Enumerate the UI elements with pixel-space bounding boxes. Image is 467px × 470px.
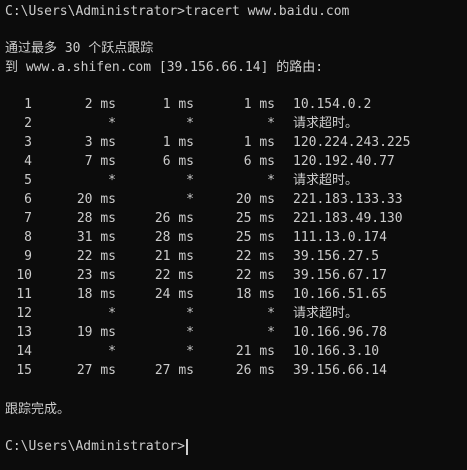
hop-host: 39.156.66.14 <box>293 363 387 378</box>
hop-host: 请求超时。 <box>293 173 359 188</box>
hop-number: 2 <box>24 116 32 131</box>
rtt-3: * <box>267 173 275 188</box>
hop-host: 10.166.96.78 <box>293 325 387 340</box>
hop-host: 39.156.27.5 <box>293 249 380 264</box>
hop-number: 4 <box>24 154 32 169</box>
rtt-1: 2 ms <box>84 97 116 112</box>
hop-row: 10 23 ms 22 ms 22 ms 39.156.67.17 <box>0 266 467 285</box>
rtt-1: 20 ms <box>76 192 116 207</box>
trace-complete-message: 跟踪完成。 <box>5 402 71 417</box>
terminal-console[interactable]: C:\Users\Administrator>tracert www.baidu… <box>0 0 467 470</box>
hop-row: 1 2 ms 1 ms 1 ms 10.154.0.2 <box>0 95 467 114</box>
rtt-1: 3 ms <box>84 135 116 150</box>
text-cursor <box>186 438 189 455</box>
rtt-1: 28 ms <box>76 211 116 226</box>
hop-number: 12 <box>16 306 32 321</box>
rtt-3: * <box>267 325 275 340</box>
tracert-header-route-target: 到 www.a.shifen.com [39.156.66.14] 的路由: <box>5 60 324 75</box>
hop-row: 12 * * * 请求超时。 <box>0 304 467 323</box>
rtt-2: 26 ms <box>154 211 194 226</box>
rtt-3: * <box>267 116 275 131</box>
hop-host: 111.13.0.174 <box>293 230 387 245</box>
rtt-3: 25 ms <box>235 211 275 226</box>
rtt-1: * <box>108 306 116 321</box>
rtt-3: 18 ms <box>235 287 275 302</box>
rtt-2: * <box>186 325 194 340</box>
command-prompt[interactable]: C:\Users\Administrator> <box>5 437 189 456</box>
command-line: C:\Users\Administrator>tracert www.baidu… <box>5 4 350 19</box>
hop-row: 5 * * * 请求超时。 <box>0 171 467 190</box>
hop-host: 10.166.3.10 <box>293 344 380 359</box>
hop-number: 1 <box>24 97 32 112</box>
hop-host: 221.183.133.33 <box>293 192 403 207</box>
hop-number: 13 <box>16 325 32 340</box>
rtt-3: * <box>267 306 275 321</box>
hop-host: 221.183.49.130 <box>293 211 403 226</box>
hop-host: 120.224.243.225 <box>293 135 411 150</box>
hop-number: 6 <box>24 192 32 207</box>
hop-number: 10 <box>16 268 32 283</box>
hop-number: 7 <box>24 211 32 226</box>
rtt-2: * <box>186 306 194 321</box>
rtt-2: 6 ms <box>162 154 194 169</box>
hop-host: 10.154.0.2 <box>293 97 372 112</box>
hop-number: 14 <box>16 344 32 359</box>
hop-row: 15 27 ms 27 ms 26 ms 39.156.66.14 <box>0 361 467 380</box>
rtt-1: 19 ms <box>76 325 116 340</box>
hop-number: 11 <box>16 287 32 302</box>
rtt-1: 31 ms <box>76 230 116 245</box>
hop-row: 11 18 ms 24 ms 18 ms 10.166.51.65 <box>0 285 467 304</box>
rtt-2: 21 ms <box>154 249 194 264</box>
rtt-1: 7 ms <box>84 154 116 169</box>
rtt-1: 27 ms <box>76 363 116 378</box>
hop-row: 2 * * * 请求超时。 <box>0 114 467 133</box>
rtt-3: 1 ms <box>243 97 275 112</box>
rtt-2: 1 ms <box>162 135 194 150</box>
rtt-2: 1 ms <box>162 97 194 112</box>
hop-host: 120.192.40.77 <box>293 154 395 169</box>
rtt-2: 22 ms <box>154 268 194 283</box>
rtt-3: 1 ms <box>243 135 275 150</box>
hop-number: 5 <box>24 173 32 188</box>
hop-host: 请求超时。 <box>293 306 359 321</box>
rtt-2: * <box>186 173 194 188</box>
tracert-header-max-hops: 通过最多 30 个跃点跟踪 <box>5 41 154 56</box>
rtt-3: 20 ms <box>235 192 275 207</box>
rtt-3: 22 ms <box>235 268 275 283</box>
hop-row: 9 22 ms 21 ms 22 ms 39.156.27.5 <box>0 247 467 266</box>
hop-host: 10.166.51.65 <box>293 287 387 302</box>
hop-number: 8 <box>24 230 32 245</box>
hop-row: 13 19 ms * * 10.166.96.78 <box>0 323 467 342</box>
hop-row: 6 20 ms * 20 ms 221.183.133.33 <box>0 190 467 209</box>
rtt-1: * <box>108 344 116 359</box>
rtt-3: 26 ms <box>235 363 275 378</box>
hop-row: 8 31 ms 28 ms 25 ms 111.13.0.174 <box>0 228 467 247</box>
rtt-2: 28 ms <box>154 230 194 245</box>
rtt-3: 22 ms <box>235 249 275 264</box>
hop-number: 15 <box>16 363 32 378</box>
rtt-1: * <box>108 173 116 188</box>
hop-host: 39.156.67.17 <box>293 268 387 283</box>
rtt-2: * <box>186 344 194 359</box>
rtt-2: 24 ms <box>154 287 194 302</box>
hop-row: 3 3 ms 1 ms 1 ms 120.224.243.225 <box>0 133 467 152</box>
rtt-2: * <box>186 192 194 207</box>
hop-number: 3 <box>24 135 32 150</box>
hop-row: 7 28 ms 26 ms 25 ms 221.183.49.130 <box>0 209 467 228</box>
hop-row: 14 * * 21 ms 10.166.3.10 <box>0 342 467 361</box>
rtt-1: * <box>108 116 116 131</box>
rtt-1: 22 ms <box>76 249 116 264</box>
rtt-3: 6 ms <box>243 154 275 169</box>
prompt-text: C:\Users\Administrator> <box>5 439 186 454</box>
rtt-1: 18 ms <box>76 287 116 302</box>
hop-number: 9 <box>24 249 32 264</box>
hop-row: 4 7 ms 6 ms 6 ms 120.192.40.77 <box>0 152 467 171</box>
rtt-3: 21 ms <box>235 344 275 359</box>
rtt-1: 23 ms <box>76 268 116 283</box>
hop-host: 请求超时。 <box>293 116 359 131</box>
rtt-2: * <box>186 116 194 131</box>
rtt-2: 27 ms <box>154 363 194 378</box>
rtt-3: 25 ms <box>235 230 275 245</box>
